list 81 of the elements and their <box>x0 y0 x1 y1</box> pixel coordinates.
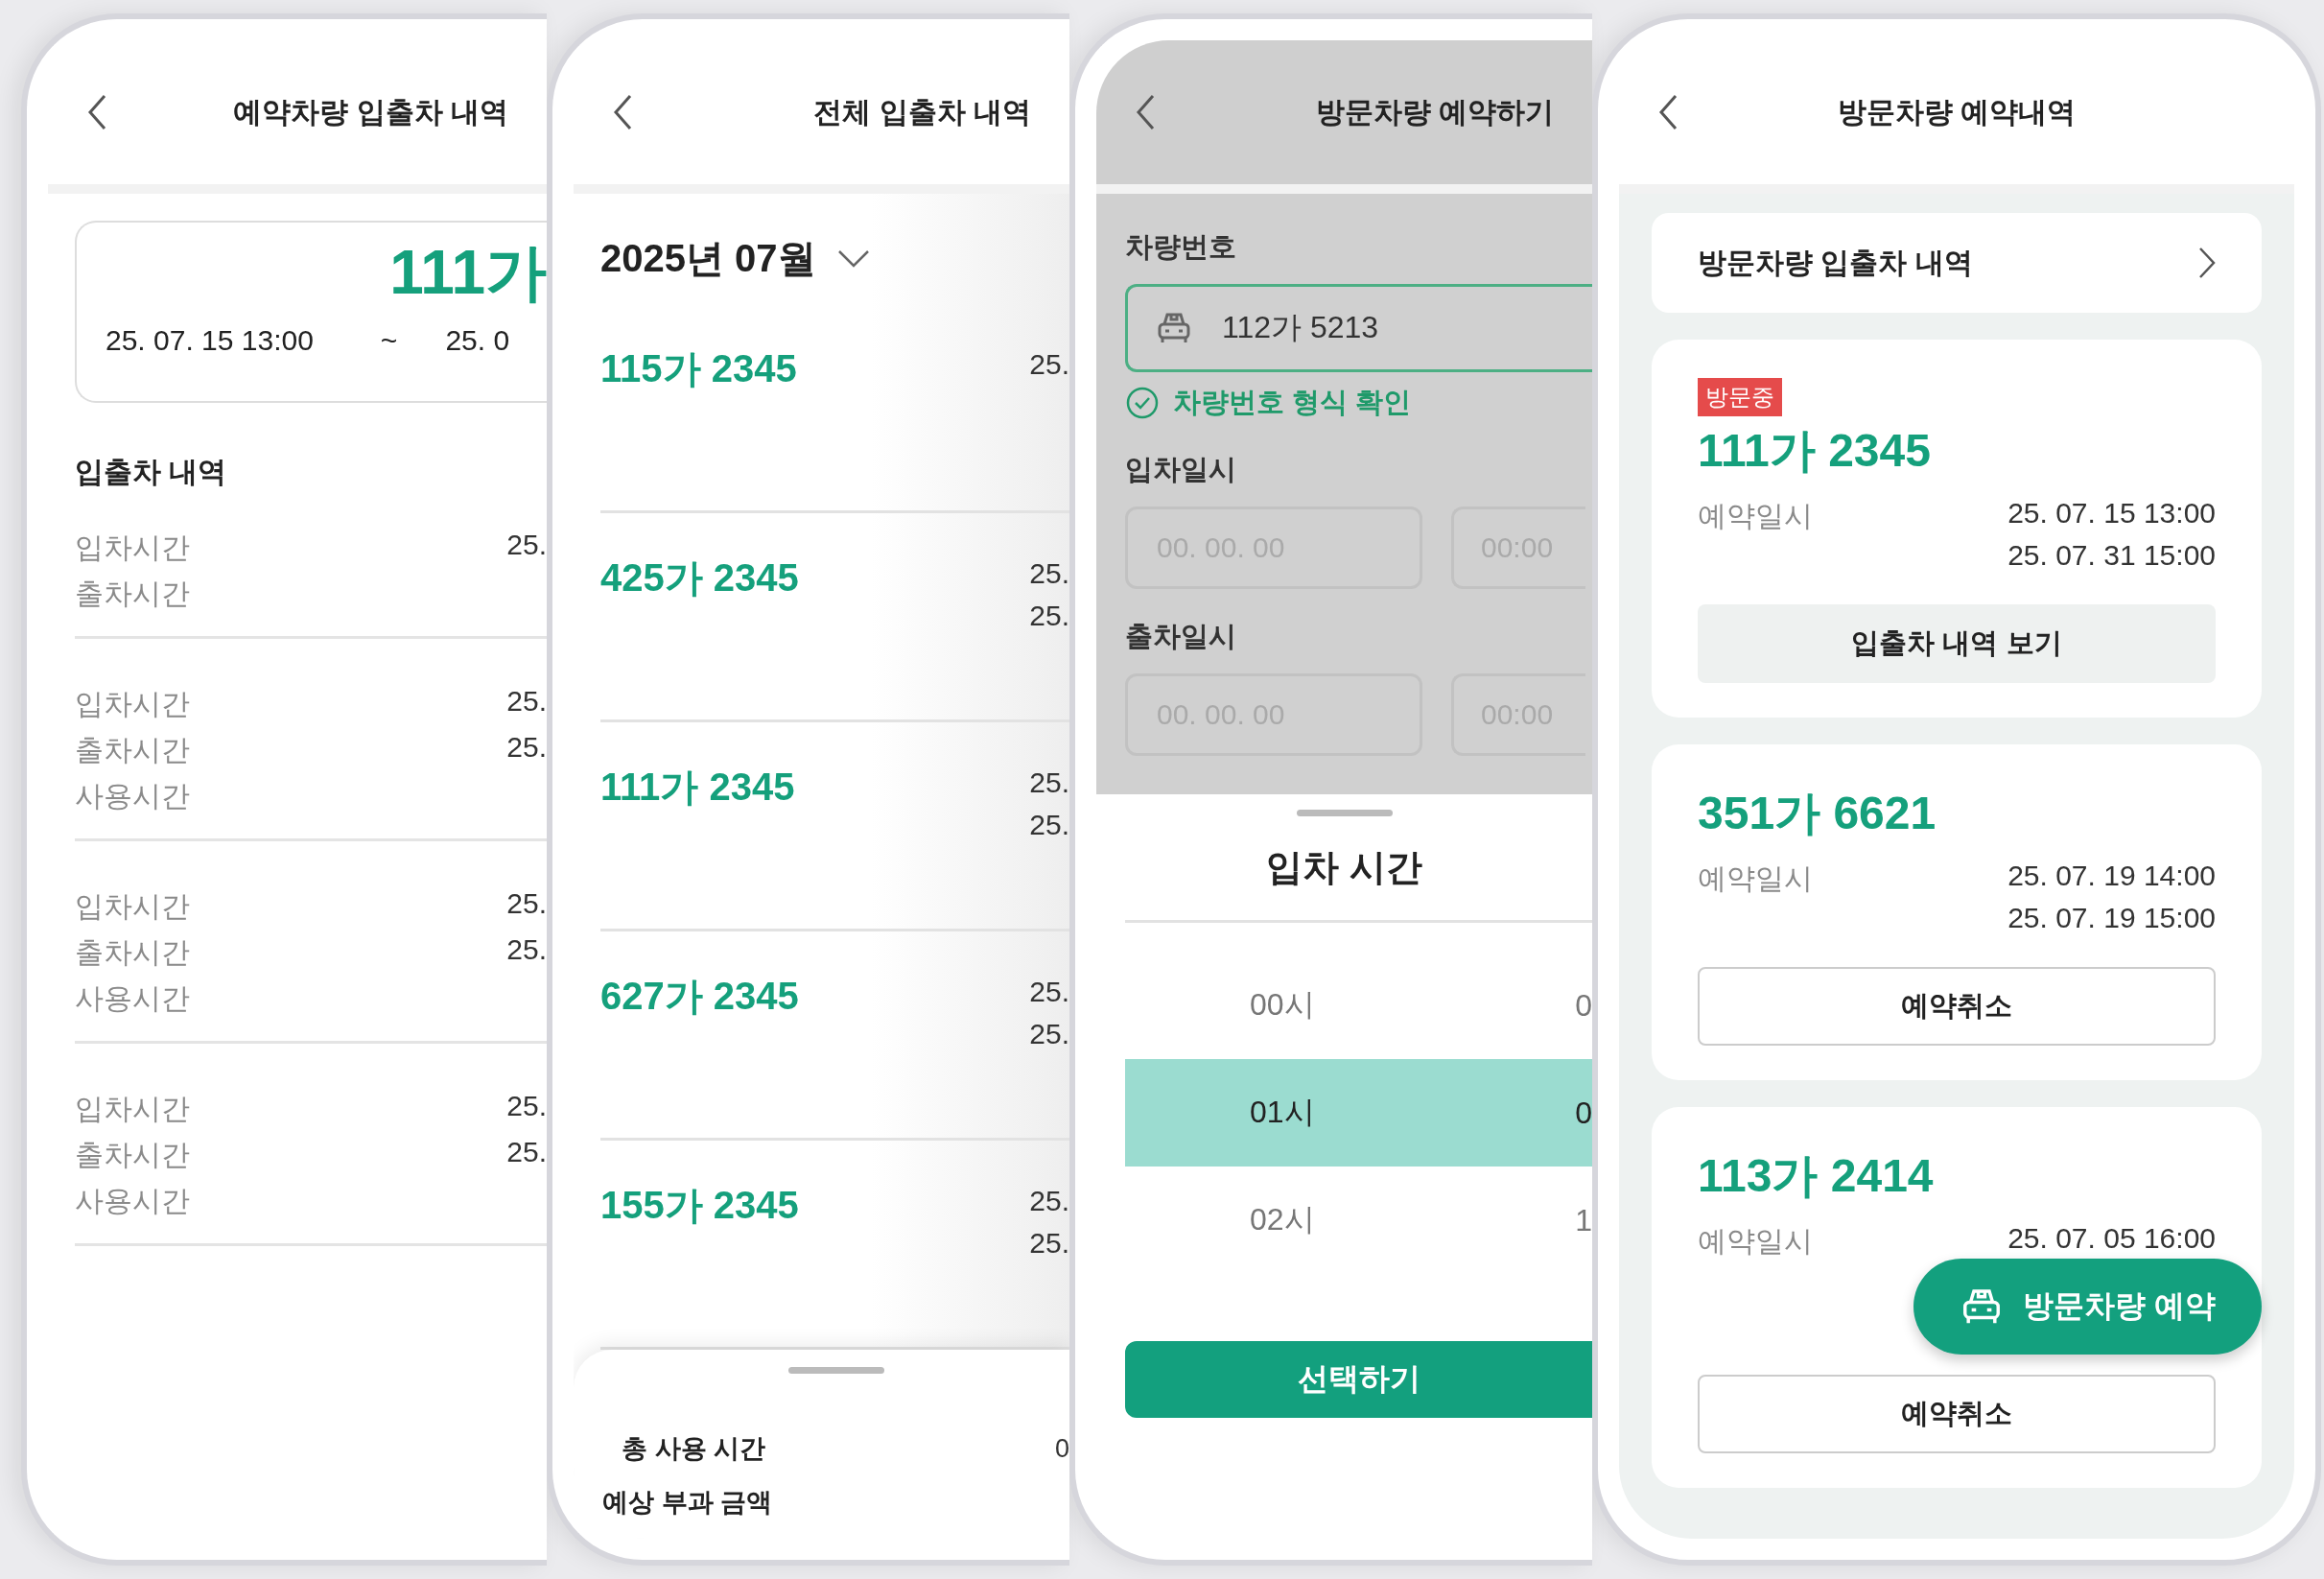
screen-title: 방문차량 예약내역 <box>1836 94 2078 130</box>
screen-title: 예약차량 입출차 내역 <box>232 94 508 130</box>
time-value: 25. <box>1029 348 1069 381</box>
field-label: 차량번호 <box>1125 230 1237 264</box>
row-value: 25. <box>506 887 547 921</box>
summary-label: 예상 부과 금액 <box>602 1487 772 1519</box>
plate-number: 111가 <box>389 242 547 303</box>
screen-title: 전체 입출차 내역 <box>812 94 1031 130</box>
row-label: 예약일시 <box>1698 499 1813 533</box>
time-value: 25. <box>1029 976 1069 1008</box>
row-label: 출차시간 <box>75 935 190 968</box>
time-value: 25. <box>1029 1185 1069 1217</box>
plate-number: 113가 2414 <box>1698 1149 1935 1203</box>
plate-number[interactable]: 627가 2345 <box>600 970 799 1138</box>
field-label: 입차일시 <box>1125 453 1237 486</box>
tilde: ~ <box>380 324 398 357</box>
time-value: 25. <box>1029 1018 1069 1050</box>
time-value: 25. 07. 19 15:00 <box>2007 902 2216 934</box>
field-label: 출차일시 <box>1125 620 1237 653</box>
end-time: 25. 0 <box>445 324 510 357</box>
chevron-down-icon[interactable] <box>836 248 870 269</box>
time-value: 25. 07. 05 16:00 <box>2007 1222 2216 1255</box>
row-label: 출차시간 <box>75 733 190 766</box>
time-value: 25. 07. 19 14:00 <box>2007 860 2216 892</box>
status-badge: 방문중 <box>1698 378 1782 416</box>
plate-number[interactable]: 115가 2345 <box>600 342 797 510</box>
row-label: 입차시간 <box>75 889 190 922</box>
time-value: 25. <box>1029 1227 1069 1260</box>
back-icon[interactable] <box>1135 93 1156 131</box>
plate-number: 351가 6621 <box>1698 787 1937 840</box>
row-label: 사용시간 <box>75 779 190 812</box>
row-label: 예약일시 <box>1698 1224 1813 1259</box>
time-option[interactable]: 01시 0 <box>1125 1059 1592 1167</box>
chevron-right-icon <box>2198 247 2216 279</box>
row-label: 출차시간 <box>75 1138 190 1170</box>
sheet-title: 입차 시간 <box>1266 846 1422 889</box>
back-icon[interactable] <box>1657 93 1678 131</box>
summary-label: 총 사용 시간 <box>622 1433 765 1465</box>
row-label: 입차시간 <box>75 1092 190 1124</box>
time-value: 25. <box>1029 557 1069 590</box>
reserve-button[interactable]: 방문차량 예약 <box>1913 1259 2262 1355</box>
plate-number: 111가 2345 <box>1698 424 1932 478</box>
month-selector[interactable]: 2025년 07월 <box>600 232 816 285</box>
row-value: 25. <box>506 685 547 719</box>
time-value: 25. <box>1029 809 1069 841</box>
row-value: 25. <box>506 1136 547 1169</box>
time-option[interactable]: 00시 0 <box>1125 952 1592 1059</box>
row-value: 25. <box>506 731 547 765</box>
cancel-button[interactable]: 예약취소 <box>1698 967 2216 1046</box>
validation-message: 차량번호 형식 확인 <box>1173 386 1412 419</box>
row-label: 사용시간 <box>75 1184 190 1216</box>
sheet-handle[interactable] <box>1296 810 1393 816</box>
check-circle-icon <box>1125 386 1160 420</box>
history-link[interactable]: 방문차량 입출차 내역 <box>1652 213 2262 313</box>
plate-number[interactable]: 111가 2345 <box>600 761 795 929</box>
select-button[interactable]: 선택하기 <box>1125 1341 1592 1418</box>
row-value: 25. <box>506 933 547 967</box>
row-value: 25. <box>506 1090 547 1123</box>
back-icon[interactable] <box>612 93 633 131</box>
row-label: 예약일시 <box>1698 861 1813 896</box>
back-icon[interactable] <box>86 93 107 131</box>
sheet-handle[interactable] <box>787 1367 884 1374</box>
section-title: 입출차 내역 <box>75 455 228 489</box>
time-value: 25. 07. 15 13:00 <box>2007 497 2216 530</box>
history-button[interactable]: 입출차 내역 보기 <box>1698 604 2216 683</box>
screen-title: 방문차량 예약하기 <box>1314 94 1554 130</box>
start-time: 25. 07. 15 13:00 <box>106 324 314 357</box>
row-label: 사용시간 <box>75 981 190 1014</box>
summary-value: 0 <box>1054 1433 1069 1464</box>
time-value: 25. <box>1029 766 1069 799</box>
time-value: 25. <box>1029 600 1069 632</box>
time-value: 25. 07. 31 15:00 <box>2007 539 2216 572</box>
row-label: 출차시간 <box>75 577 190 609</box>
plate-input[interactable]: 112가 5213 <box>1125 284 1592 372</box>
row-value: 25. <box>506 529 547 562</box>
cancel-button[interactable]: 예약취소 <box>1698 1375 2216 1453</box>
row-label: 입차시간 <box>75 687 190 719</box>
plate-number[interactable]: 155가 2345 <box>600 1179 799 1347</box>
row-label: 입차시간 <box>75 530 190 563</box>
time-option[interactable]: 02시 1 <box>1125 1167 1592 1274</box>
plate-number[interactable]: 425가 2345 <box>600 552 799 719</box>
